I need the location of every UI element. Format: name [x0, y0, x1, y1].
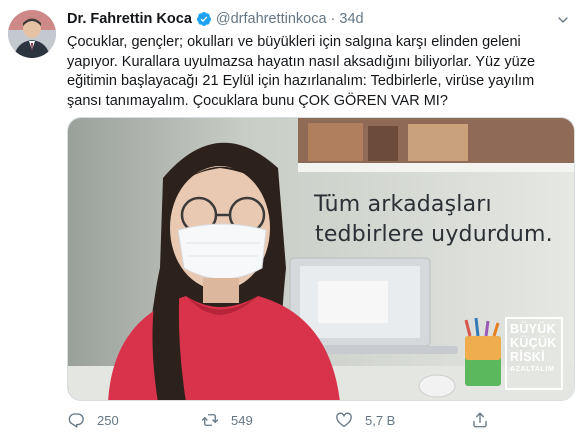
- media-photo: [68, 118, 574, 400]
- logo-line-4: AZALTALIM: [510, 366, 555, 373]
- campaign-logo: BÜYÜK KÜÇÜK RİSKİ AZALTALIM: [505, 317, 563, 390]
- share-icon: [473, 412, 487, 428]
- chevron-down-icon[interactable]: [555, 12, 571, 28]
- retweet-button[interactable]: 549: [201, 410, 253, 430]
- reply-icon: [68, 413, 84, 428]
- logo-line-3: RİSKİ: [510, 350, 545, 364]
- author-name[interactable]: Dr. Fahrettin Koca: [67, 11, 192, 27]
- retweet-icon: [201, 414, 219, 426]
- avatar[interactable]: [8, 10, 56, 58]
- like-count: 5,7 B: [365, 412, 396, 428]
- tweet-text: Çocuklar, gençler; okulları ve büyükleri…: [67, 34, 536, 109]
- tweet-media[interactable]: Tüm arkadaşları tedbirlere uydurdum. BÜY…: [67, 117, 575, 401]
- tweet-header: Dr. Fahrettin Koca @drfahrettinkoca · 34…: [67, 10, 364, 28]
- reply-button[interactable]: 250: [67, 410, 119, 430]
- retweet-count: 549: [231, 412, 253, 428]
- share-button[interactable]: [471, 410, 501, 430]
- reply-count: 250: [97, 412, 119, 428]
- author-handle[interactable]: @drfahrettinkoca: [216, 11, 327, 27]
- logo-line-1: BÜYÜK: [510, 322, 556, 336]
- tweet-actions: 250 549 5,7 B: [67, 410, 507, 430]
- heart-icon: [336, 412, 352, 428]
- tweet[interactable]: Dr. Fahrettin Koca @drfahrettinkoca · 34…: [0, 0, 579, 435]
- like-button[interactable]: 5,7 B: [335, 410, 395, 430]
- separator-dot: ·: [330, 11, 336, 27]
- tweet-time[interactable]: 34d: [339, 11, 363, 27]
- logo-line-2: KÜÇÜK: [510, 336, 557, 350]
- caption-line-2: tedbirlere uydurdum.: [315, 222, 553, 247]
- caption-line-1: Tüm arkadaşları: [314, 192, 492, 217]
- verified-badge-icon: [196, 12, 211, 26]
- avatar-photo: [8, 10, 56, 58]
- media-caption: Tüm arkadaşları tedbirlere uydurdum.: [314, 190, 553, 250]
